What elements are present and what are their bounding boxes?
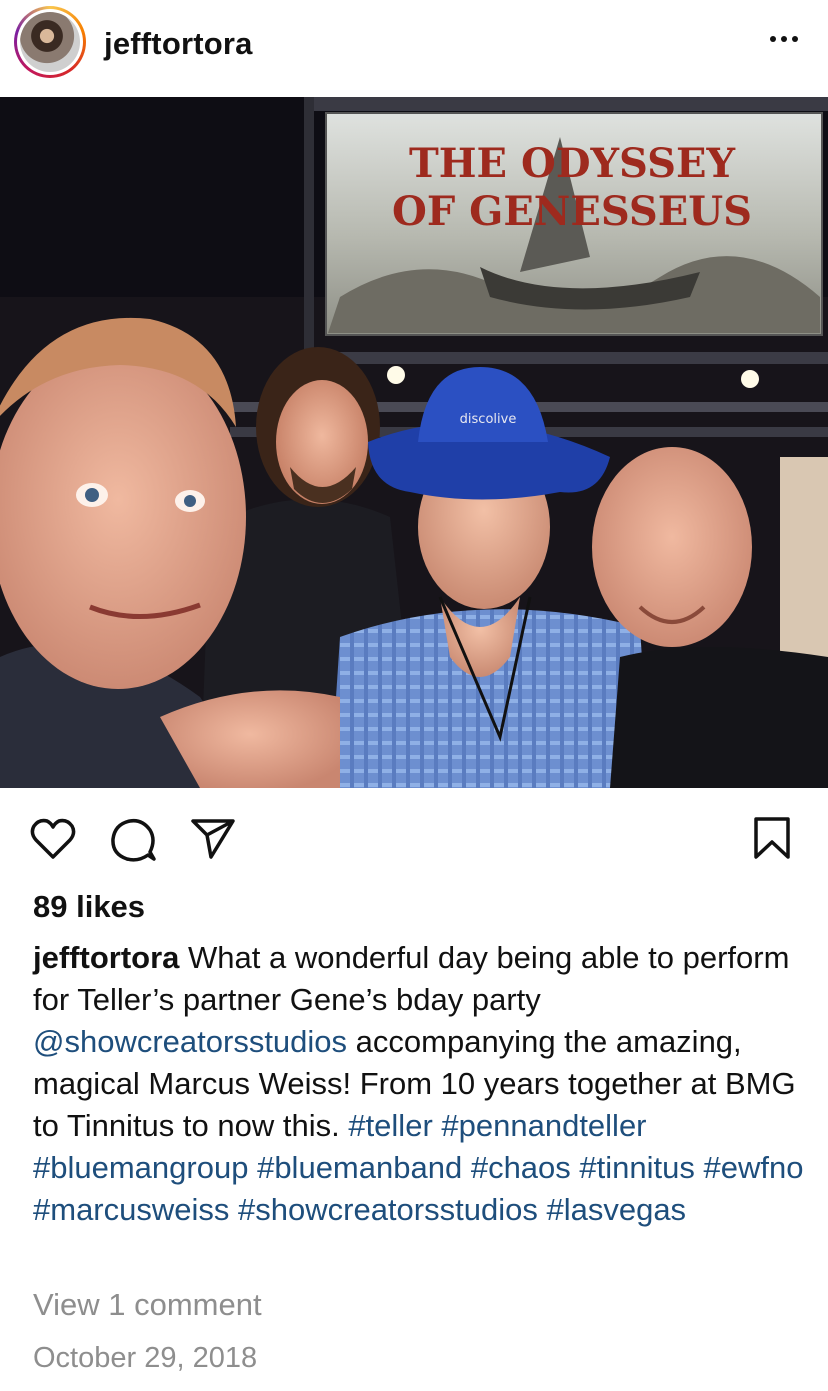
hashtag-link[interactable]: #chaos [471, 1150, 571, 1185]
banner-title-line1: THE ODYSSEY [409, 140, 735, 187]
paper-plane-icon[interactable] [190, 818, 236, 860]
post-date: October 29, 2018 [33, 1342, 258, 1374]
hashtag-link[interactable]: #bluemanband [257, 1150, 462, 1185]
more-dot [792, 36, 798, 42]
more-dot [770, 36, 776, 42]
avatar[interactable] [14, 6, 86, 78]
hashtag-link[interactable]: #teller [348, 1108, 432, 1143]
post-photo[interactable]: THE ODYSSEY OF GENESSEUS discolive [0, 97, 828, 788]
caption-text [248, 1150, 257, 1185]
more-dot [781, 36, 787, 42]
comment-bubble-icon[interactable] [110, 818, 156, 862]
post-caption: jefftortora What a wonderful day being a… [33, 937, 805, 1231]
hat-text: discolive [460, 412, 517, 427]
hashtag-link[interactable]: #ewfno [704, 1150, 804, 1185]
more-options-icon[interactable] [764, 24, 804, 54]
caption-text [695, 1150, 704, 1185]
mention-link[interactable]: @showcreatorsstudios [33, 1024, 347, 1059]
post-header: jefftortora [0, 0, 828, 96]
caption-text [229, 1192, 238, 1227]
hashtag-link[interactable]: #tinnitus [579, 1150, 694, 1185]
caption-text [462, 1150, 471, 1185]
caption-username[interactable]: jefftortora [33, 940, 179, 975]
hashtag-link[interactable]: #lasvegas [546, 1192, 686, 1227]
hashtag-link[interactable]: #pennandteller [441, 1108, 646, 1143]
heart-icon[interactable] [30, 818, 76, 860]
paper-plane-icon-svg [191, 819, 235, 859]
banner-title-line2: OF GENESSEUS [392, 188, 752, 235]
post-actions-bar [0, 800, 828, 876]
bookmark-icon-svg [754, 817, 790, 859]
avatar-image [20, 12, 80, 72]
caption-body: What a wonderful day being able to perfo… [33, 940, 803, 1227]
post-username[interactable]: jefftortora [104, 26, 253, 62]
hashtag-link[interactable]: #showcreatorsstudios [238, 1192, 538, 1227]
avatar-inner [17, 9, 83, 75]
hashtag-link[interactable]: #marcusweiss [33, 1192, 229, 1227]
post-photo-illustration: THE ODYSSEY OF GENESSEUS discolive [0, 97, 828, 788]
like-count[interactable]: 89 likes [33, 889, 145, 925]
hashtag-link[interactable]: #bluemangroup [33, 1150, 248, 1185]
view-comments-link[interactable]: View 1 comment [33, 1287, 262, 1323]
comment-bubble-icon-svg [111, 818, 156, 862]
bookmark-icon[interactable] [752, 816, 792, 860]
heart-icon-svg [30, 818, 76, 859]
